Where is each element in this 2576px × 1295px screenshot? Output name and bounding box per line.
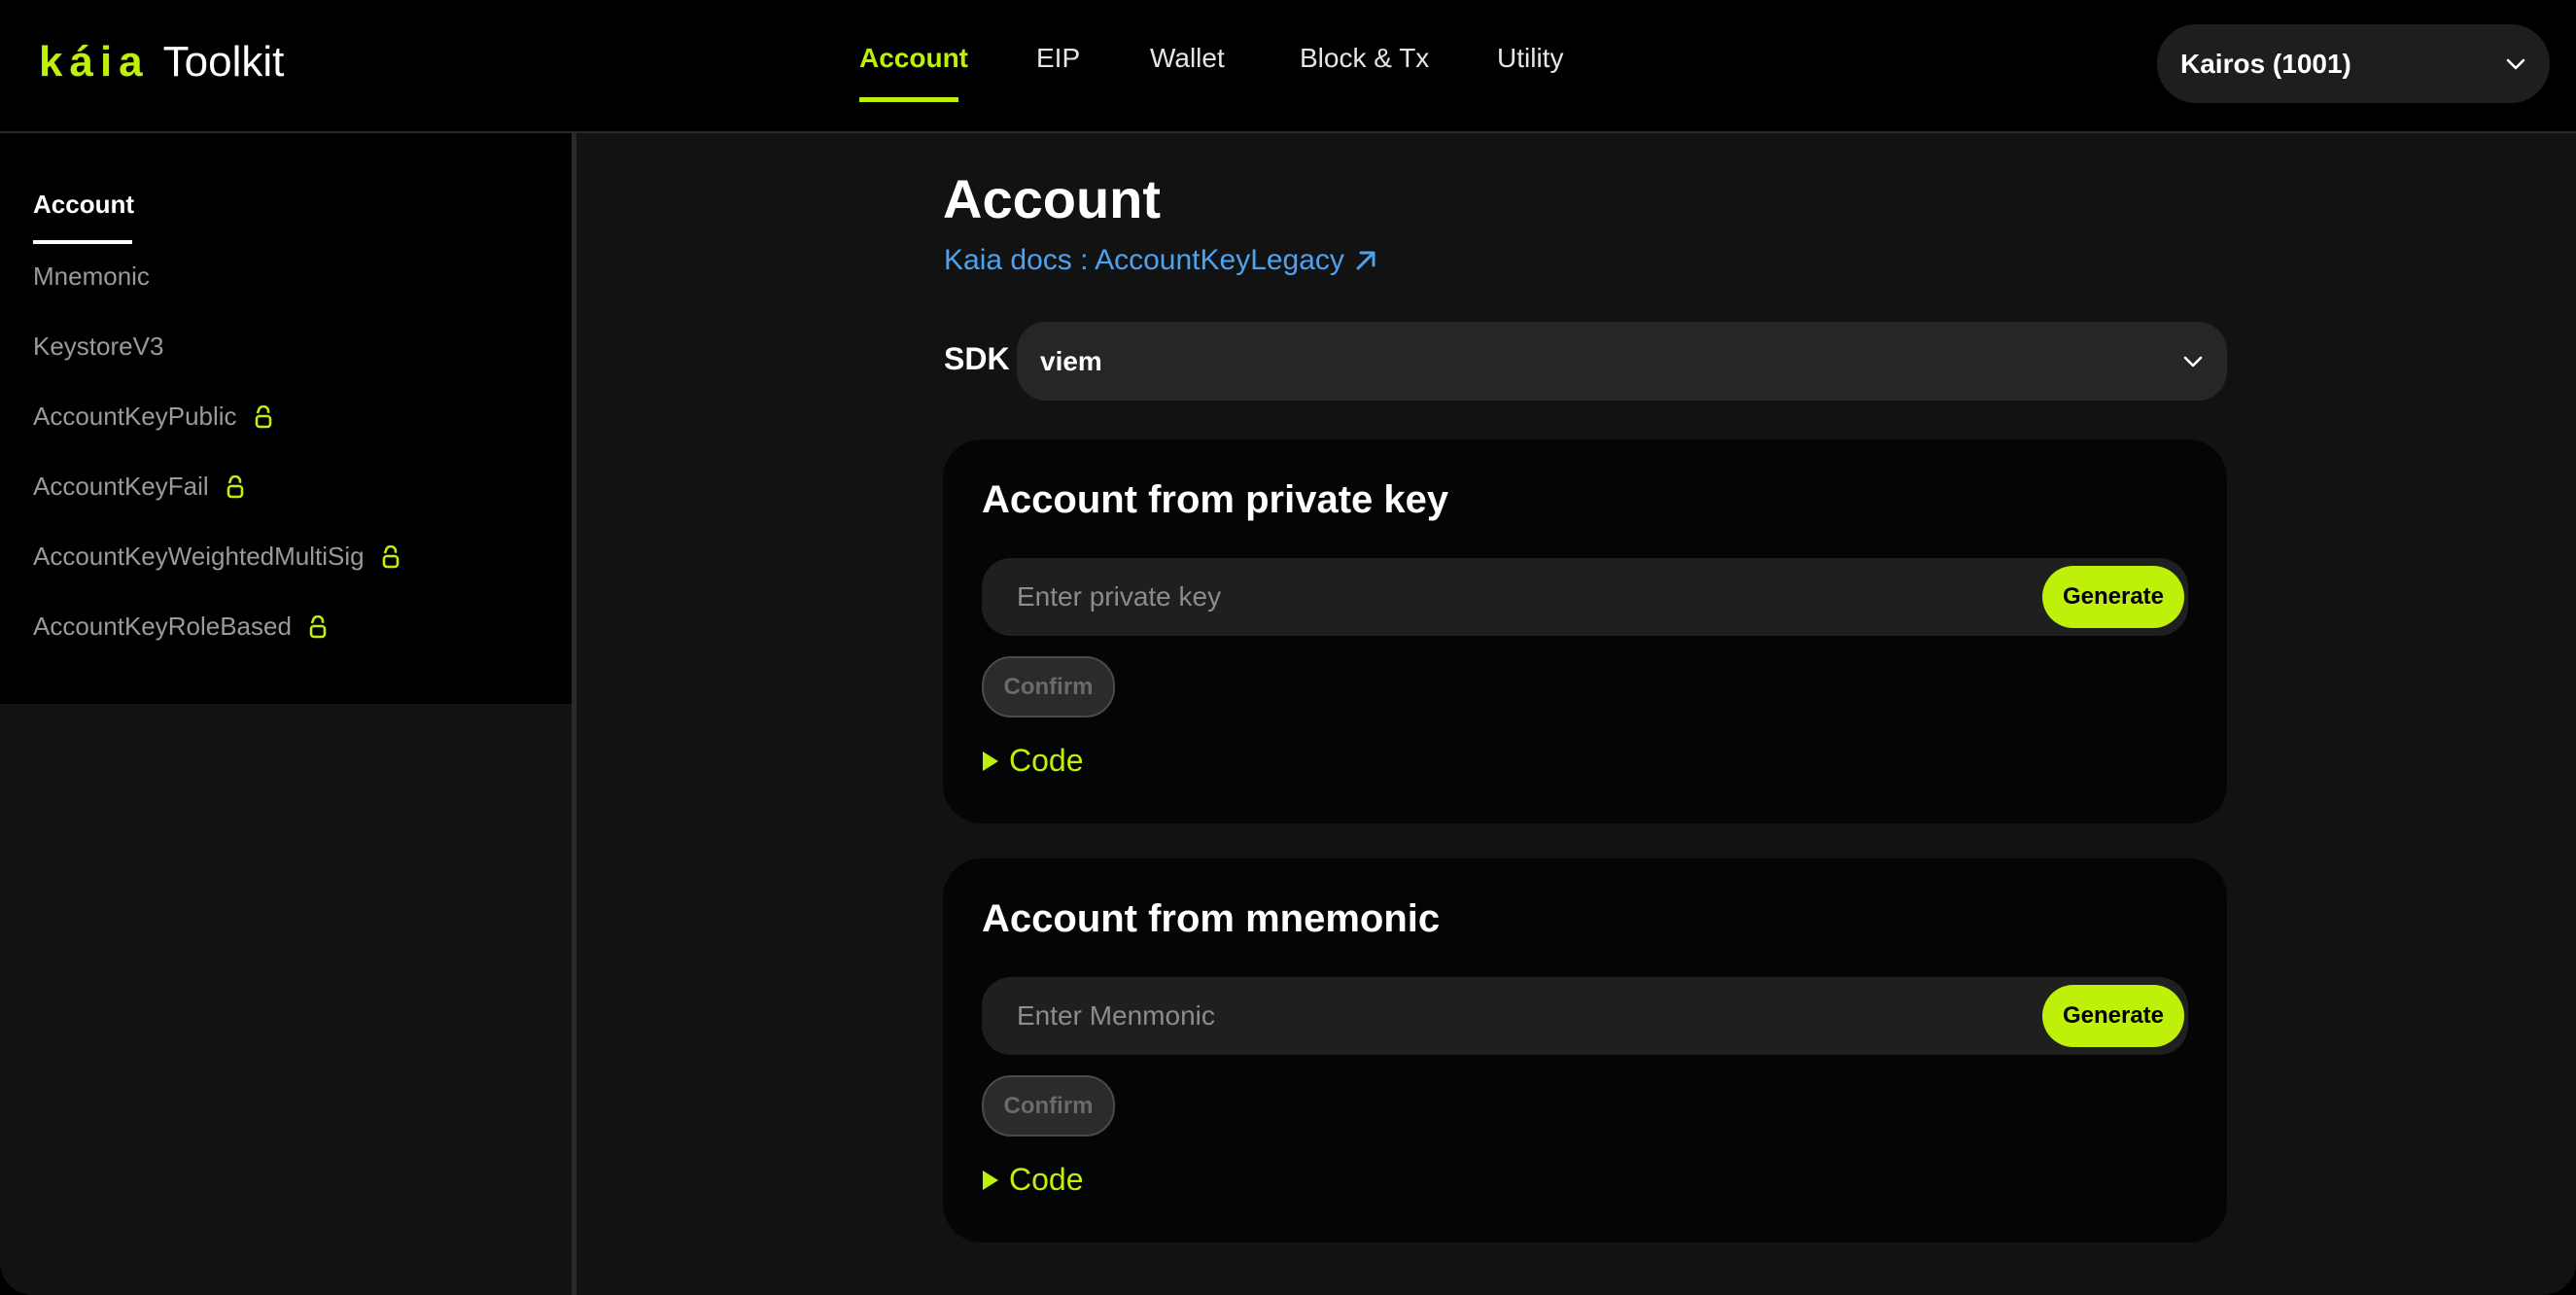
sidebar-active-indicator (33, 240, 132, 244)
sidebar-item-label: AccountKeyPublic (33, 402, 237, 431)
code-toggle-label: Code (1009, 743, 1084, 778)
confirm-private-key-button[interactable]: Confirm (982, 656, 1115, 718)
sidebar-item-account[interactable]: Account (33, 190, 134, 220)
sidebar-item-mnemonic[interactable]: Mnemonic (33, 262, 150, 292)
sidebar-item-label: AccountKeyWeightedMultiSig (33, 542, 365, 571)
card-title: Account from mnemonic (982, 897, 1441, 940)
nav-tab-account[interactable]: Account (859, 43, 968, 74)
docs-link[interactable]: Kaia docs : AccountKeyLegacy (944, 244, 1379, 277)
sidebar-item-accountkeypublic[interactable]: AccountKeyPublic (33, 402, 272, 432)
sidebar-item-label: AccountKeyFail (33, 472, 209, 501)
sidebar-item-accountkeyfail[interactable]: AccountKeyFail (33, 472, 244, 502)
network-select-value: Kairos (1001) (2180, 48, 2351, 79)
code-toggle-label: Code (1009, 1162, 1084, 1197)
nav-tab-eip[interactable]: EIP (1036, 43, 1080, 74)
docs-link-label: Kaia docs : AccountKeyLegacy (944, 244, 1344, 276)
caret-right-icon (982, 751, 999, 772)
sidebar-item-label: AccountKeyRoleBased (33, 612, 292, 641)
generate-private-key-button[interactable]: Generate (2042, 566, 2184, 628)
lock-icon (309, 614, 327, 639)
sidebar-item-label: Account (33, 190, 134, 219)
sidebar: Account Mnemonic KeystoreV3 AccountKeyPu… (0, 133, 572, 704)
lock-icon (255, 404, 272, 429)
private-key-input[interactable] (982, 558, 2032, 636)
mnemonic-input[interactable] (982, 977, 2032, 1055)
network-select[interactable]: Kairos (1001) (2157, 24, 2550, 103)
logo-text: Toolkit (162, 38, 285, 86)
private-key-card: Account from private key Generate Confir… (943, 439, 2227, 823)
nav-tab-utility[interactable]: Utility (1497, 43, 1563, 74)
generate-mnemonic-button[interactable]: Generate (2042, 985, 2184, 1047)
sdk-label: SDK (944, 341, 1010, 376)
sidebar-item-accountkeyweightedmultisig[interactable]: AccountKeyWeightedMultiSig (33, 542, 400, 572)
sidebar-item-label: KeystoreV3 (33, 332, 164, 361)
external-link-icon (1352, 247, 1379, 274)
code-toggle[interactable]: Code (982, 743, 1084, 779)
mnemonic-card: Account from mnemonic Generate Confirm C… (943, 858, 2227, 1242)
nav-tab-wallet[interactable]: Wallet (1150, 43, 1225, 74)
lock-icon (382, 544, 400, 569)
chevron-down-icon (2182, 351, 2204, 372)
private-key-input-row: Generate (982, 558, 2188, 636)
page-title: Account (943, 168, 1161, 229)
logo-mark: káia (39, 38, 150, 86)
logo[interactable]: káia Toolkit (39, 35, 284, 89)
lock-icon (226, 474, 244, 499)
code-toggle[interactable]: Code (982, 1162, 1084, 1198)
mnemonic-input-row: Generate (982, 977, 2188, 1055)
caret-right-icon (982, 1170, 999, 1191)
chevron-down-icon (2505, 53, 2526, 75)
card-title: Account from private key (982, 478, 1449, 521)
top-header: káia Toolkit Account EIP Wallet Block & … (0, 0, 2576, 133)
sidebar-item-keystorev3[interactable]: KeystoreV3 (33, 332, 163, 362)
sdk-select[interactable]: viem (1017, 322, 2227, 401)
nav-tab-block-tx[interactable]: Block & Tx (1300, 43, 1429, 74)
sdk-select-value: viem (1040, 345, 1102, 376)
sidebar-divider (572, 133, 576, 1295)
app-window: káia Toolkit Account EIP Wallet Block & … (0, 0, 2576, 1295)
confirm-mnemonic-button[interactable]: Confirm (982, 1075, 1115, 1137)
sidebar-item-accountkeyrolebased[interactable]: AccountKeyRoleBased (33, 612, 327, 642)
sidebar-item-label: Mnemonic (33, 262, 150, 291)
nav-active-indicator (859, 97, 958, 102)
